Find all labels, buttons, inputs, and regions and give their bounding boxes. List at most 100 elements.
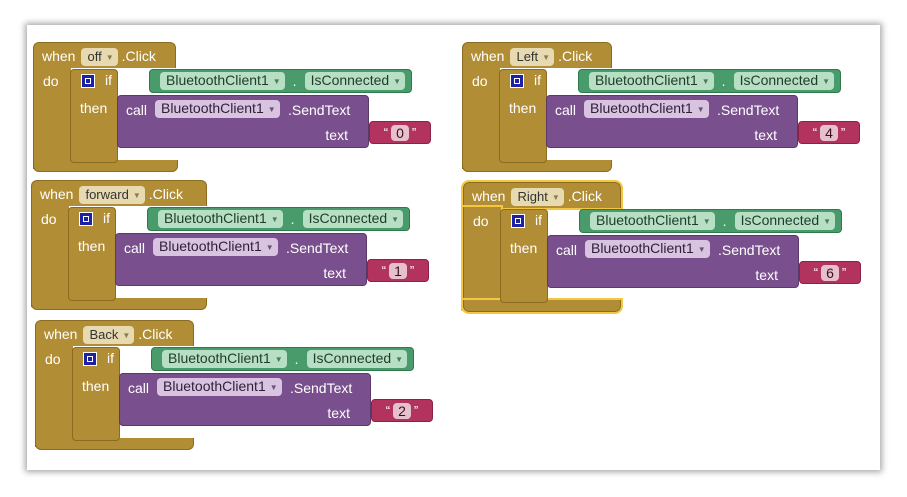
event-header[interactable]: when forward ▼ .Click	[31, 180, 207, 206]
property-dropdown[interactable]: IsConnected ▼	[733, 72, 835, 90]
mutator-icon[interactable]	[79, 212, 93, 226]
dropdown-arrow-icon: ▼	[274, 355, 283, 364]
dropdown-arrow-icon: ▼	[551, 193, 560, 202]
event-header[interactable]: when Left ▼ .Click	[462, 42, 612, 68]
dot-separator: .	[290, 211, 295, 227]
do-keyword: do	[472, 73, 488, 89]
event-name: .Click	[567, 188, 602, 204]
property-dropdown[interactable]: IsConnected ▼	[306, 350, 408, 368]
text-value[interactable]: 1	[389, 262, 407, 279]
close-quote: ”	[409, 263, 415, 278]
mutator-icon[interactable]	[511, 214, 525, 228]
call-keyword: call	[555, 102, 577, 118]
if-block[interactable]: if then	[500, 209, 548, 303]
component-dropdown[interactable]: BluetoothClient1 ▼	[155, 100, 280, 118]
dropdown-arrow-icon: ▼	[270, 215, 279, 224]
is-connected-getter[interactable]: BluetoothClient1 ▼ . IsConnected ▼	[147, 207, 411, 231]
mutator-icon[interactable]	[83, 352, 97, 366]
property-name: IsConnected	[312, 350, 392, 366]
event-body: do	[31, 205, 69, 307]
if-block[interactable]: if then	[499, 69, 547, 163]
is-connected-getter[interactable]: BluetoothClient1 ▼ . IsConnected ▼	[151, 347, 415, 371]
if-block[interactable]: if then	[68, 207, 116, 301]
dropdown-arrow-icon: ▼	[702, 217, 711, 226]
dropdown-arrow-icon: ▼	[395, 355, 404, 364]
close-quote: ”	[413, 403, 419, 418]
component-dropdown[interactable]: BluetoothClient1 ▼	[162, 350, 287, 368]
text-string-block[interactable]: “4”	[798, 121, 860, 144]
text-value[interactable]: 2	[393, 402, 411, 419]
text-string-block[interactable]: “1”	[367, 259, 429, 282]
send-text-call-block[interactable]: call BluetoothClient1 ▼ .SendText text	[117, 95, 369, 148]
when-left-click-block[interactable]: when Left ▼ .Click do if then BluetoothClie…	[462, 42, 882, 182]
open-quote: “	[812, 125, 818, 140]
if-keyword: if	[103, 210, 110, 226]
component-dropdown[interactable]: Back ▼	[83, 326, 135, 344]
do-keyword: do	[45, 351, 61, 367]
text-string-block[interactable]: “2”	[371, 399, 433, 422]
is-connected-getter[interactable]: BluetoothClient1 ▼ . IsConnected ▼	[578, 69, 842, 93]
property-dropdown[interactable]: IsConnected ▼	[302, 210, 404, 228]
event-header[interactable]: when off ▼ .Click	[33, 42, 176, 68]
dropdown-arrow-icon: ▼	[132, 191, 141, 200]
when-keyword: when	[42, 48, 76, 64]
send-text-call-block[interactable]: call BluetoothClient1 ▼ .SendText text	[119, 373, 371, 426]
dropdown-arrow-icon: ▼	[393, 77, 402, 86]
text-param-label: text	[755, 267, 778, 283]
property-dropdown[interactable]: IsConnected ▼	[734, 212, 836, 230]
component-dropdown[interactable]: Right ▼	[511, 188, 564, 206]
component-dropdown[interactable]: BluetoothClient1 ▼	[584, 100, 709, 118]
when-forward-click-block[interactable]: when forward ▼ .Click do if then BluetoothC…	[31, 180, 451, 320]
method-name: .SendText	[718, 242, 781, 258]
if-keyword: if	[107, 350, 114, 366]
send-text-call-block[interactable]: call BluetoothClient1 ▼ .SendText text	[546, 95, 798, 148]
component-dropdown[interactable]: BluetoothClient1 ▼	[157, 378, 282, 396]
component-dropdown[interactable]: BluetoothClient1 ▼	[153, 238, 278, 256]
when-off-click-block[interactable]: when off ▼ .Click do if then BluetoothClien…	[33, 42, 453, 182]
component-dropdown[interactable]: BluetoothClient1 ▼	[160, 72, 285, 90]
text-value[interactable]: 6	[821, 264, 839, 281]
method-name: .SendText	[290, 380, 353, 396]
open-quote: “	[381, 263, 387, 278]
dropdown-arrow-icon: ▼	[269, 383, 278, 392]
if-keyword: if	[534, 72, 541, 88]
send-text-call-block[interactable]: call BluetoothClient1 ▼ .SendText text	[547, 235, 799, 288]
component-name: BluetoothClient1	[590, 100, 693, 116]
component-dropdown[interactable]: BluetoothClient1 ▼	[585, 240, 710, 258]
if-block[interactable]: if then	[70, 69, 118, 163]
event-body: do	[35, 345, 73, 447]
if-keyword: if	[535, 212, 542, 228]
component-dropdown[interactable]: Left ▼	[510, 48, 555, 66]
component-dropdown[interactable]: BluetoothClient1 ▼	[158, 210, 283, 228]
component-name: Back	[89, 327, 119, 342]
component-dropdown[interactable]: forward ▼	[79, 186, 145, 204]
mutator-icon[interactable]	[510, 74, 524, 88]
component-dropdown[interactable]: off ▼	[81, 48, 118, 66]
dropdown-arrow-icon: ▼	[701, 77, 710, 86]
if-keyword: if	[105, 72, 112, 88]
text-string-block[interactable]: “0”	[369, 121, 431, 144]
text-string-block[interactable]: “6”	[799, 261, 861, 284]
if-block[interactable]: if then	[72, 347, 120, 441]
event-name: .Click	[121, 48, 156, 64]
when-keyword: when	[44, 326, 78, 342]
component-name: BluetoothClient1	[591, 240, 694, 256]
text-value[interactable]: 4	[820, 124, 838, 141]
when-back-click-block[interactable]: when Back ▼ .Click do if then BluetoothClie…	[35, 320, 455, 460]
is-connected-getter[interactable]: BluetoothClient1 ▼ . IsConnected ▼	[579, 209, 843, 233]
text-value[interactable]: 0	[391, 124, 409, 141]
when-right-click-block[interactable]: when Right ▼ .Click do if then BluetoothCli…	[461, 180, 883, 322]
when-keyword: when	[40, 186, 74, 202]
method-name: .SendText	[288, 102, 351, 118]
event-header[interactable]: when Right ▼ .Click	[461, 180, 623, 210]
component-dropdown[interactable]: BluetoothClient1 ▼	[590, 212, 715, 230]
is-connected-getter[interactable]: BluetoothClient1 ▼ . IsConnected ▼	[149, 69, 413, 93]
event-header[interactable]: when Back ▼ .Click	[35, 320, 194, 346]
property-dropdown[interactable]: IsConnected ▼	[304, 72, 406, 90]
component-dropdown[interactable]: BluetoothClient1 ▼	[589, 72, 714, 90]
mutator-icon[interactable]	[81, 74, 95, 88]
component-name: BluetoothClient1	[596, 212, 699, 228]
dropdown-arrow-icon: ▼	[542, 53, 551, 62]
send-text-call-block[interactable]: call BluetoothClient1 ▼ .SendText text	[115, 233, 367, 286]
component-name: forward	[85, 187, 129, 202]
